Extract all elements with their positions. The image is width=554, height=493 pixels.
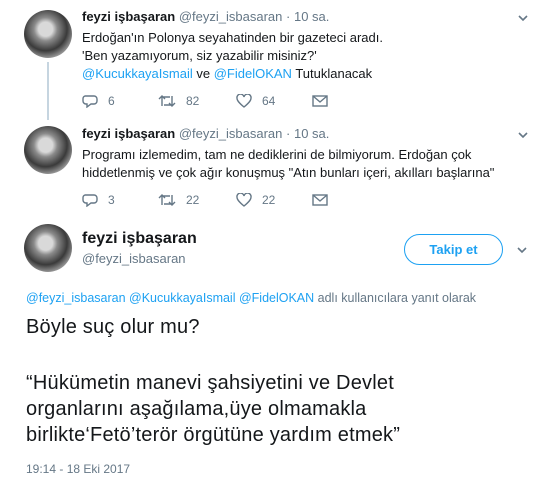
- chevron-down-icon[interactable]: [516, 244, 528, 256]
- retweet-icon: [158, 194, 176, 206]
- like-icon: [236, 193, 252, 207]
- tweet-text-line: Programı izlemedim, tam ne dediklerini d…: [82, 147, 472, 162]
- reply-count: 6: [108, 94, 115, 108]
- tweet-header: feyzi işbaşaran @feyzi_isbasaran · 10 sa…: [82, 9, 329, 24]
- tweet-actions: 6 82 64: [82, 94, 366, 108]
- avatar[interactable]: [24, 10, 72, 58]
- like-count: 64: [262, 94, 276, 108]
- mention-link[interactable]: @KucukkayaIsmail: [82, 66, 193, 81]
- reply-count: 3: [108, 193, 115, 207]
- separator: ·: [286, 126, 291, 141]
- like-button[interactable]: 64: [236, 94, 280, 108]
- retweet-count: 22: [186, 193, 200, 207]
- display-name[interactable]: feyzi işbaşaran: [82, 230, 197, 248]
- timestamp[interactable]: 10 sa.: [294, 126, 329, 141]
- mention-link[interactable]: @FidelOKAN: [214, 66, 292, 81]
- reply-suffix: adlı kullanıcılara yanıt olarak: [314, 291, 477, 305]
- retweet-icon: [158, 95, 176, 107]
- tweet-text-line: Böyle suç olur mu?: [26, 316, 200, 338]
- like-count: 22: [262, 193, 276, 207]
- timestamp[interactable]: 10 sa.: [294, 9, 329, 24]
- tweet-text-line: hiddetlenmiş ve çok ağır konuşmuş "Atın …: [82, 165, 495, 180]
- user-handle[interactable]: @feyzi_isbasaran: [82, 251, 186, 266]
- follow-button[interactable]: Takip et: [404, 234, 503, 265]
- thread-tweet-2[interactable]: feyzi işbaşaran @feyzi_isbasaran · 10 sa…: [0, 120, 554, 218]
- tweet-text-line: organlarını aşağılama,üye olmamakla: [26, 398, 367, 420]
- tweet-timestamp[interactable]: 19:14 - 18 Eki 2017: [26, 462, 130, 476]
- reply-icon: [82, 194, 98, 207]
- tweet-text-line: 'Ben yazamıyorum, siz yazabilir misiniz?…: [82, 48, 317, 63]
- chevron-down-icon[interactable]: [517, 12, 529, 24]
- tweet-header: feyzi işbaşaran @feyzi_isbasaran · 10 sa…: [82, 126, 329, 141]
- retweet-button[interactable]: 82: [158, 94, 204, 108]
- user-handle[interactable]: @feyzi_isbasaran: [179, 9, 283, 24]
- like-button[interactable]: 22: [236, 193, 280, 207]
- tweet-text-line: @KucukkayaIsmail ve @FidelOKAN Tutuklana…: [82, 65, 372, 82]
- thread-tweet-1[interactable]: feyzi işbaşaran @feyzi_isbasaran · 10 sa…: [0, 0, 554, 120]
- avatar[interactable]: [24, 224, 72, 272]
- reply-icon: [82, 95, 98, 108]
- tweet-text-line: Erdoğan'ın Polonya seyahatinden bir gaze…: [82, 30, 383, 45]
- like-icon: [236, 94, 252, 108]
- dm-icon: [312, 95, 328, 107]
- tweet-actions: 3 22 22: [82, 193, 366, 207]
- display-name[interactable]: feyzi işbaşaran: [82, 9, 175, 24]
- reply-button[interactable]: 6: [82, 94, 126, 108]
- main-tweet: feyzi işbaşaran @feyzi_isbasaran Takip e…: [0, 218, 554, 493]
- user-handle[interactable]: @feyzi_isbasaran: [179, 126, 283, 141]
- avatar[interactable]: [24, 126, 72, 174]
- tweet-text-line: “Hükümetin manevi şahsiyetini ve Devlet: [26, 372, 394, 394]
- chevron-down-icon[interactable]: [517, 129, 529, 141]
- tweet-text-line: birlikte‘Fetö’terör örgütüne yardım etme…: [26, 424, 401, 446]
- separator: ·: [286, 9, 291, 24]
- thread-connector: [47, 62, 49, 120]
- reply-mentions[interactable]: @feyzi_isbasaran @KucukkayaIsmail @Fidel…: [26, 291, 314, 305]
- reply-button[interactable]: 3: [82, 193, 126, 207]
- dm-icon: [312, 194, 328, 206]
- reply-context: @feyzi_isbasaran @KucukkayaIsmail @Fidel…: [26, 291, 476, 305]
- display-name[interactable]: feyzi işbaşaran: [82, 126, 175, 141]
- retweet-count: 82: [186, 94, 200, 108]
- dm-button[interactable]: [312, 193, 338, 207]
- dm-button[interactable]: [312, 94, 338, 108]
- retweet-button[interactable]: 22: [158, 193, 204, 207]
- conjunction: ve: [192, 66, 214, 81]
- text-tail: Tutuklanacak: [291, 66, 373, 81]
